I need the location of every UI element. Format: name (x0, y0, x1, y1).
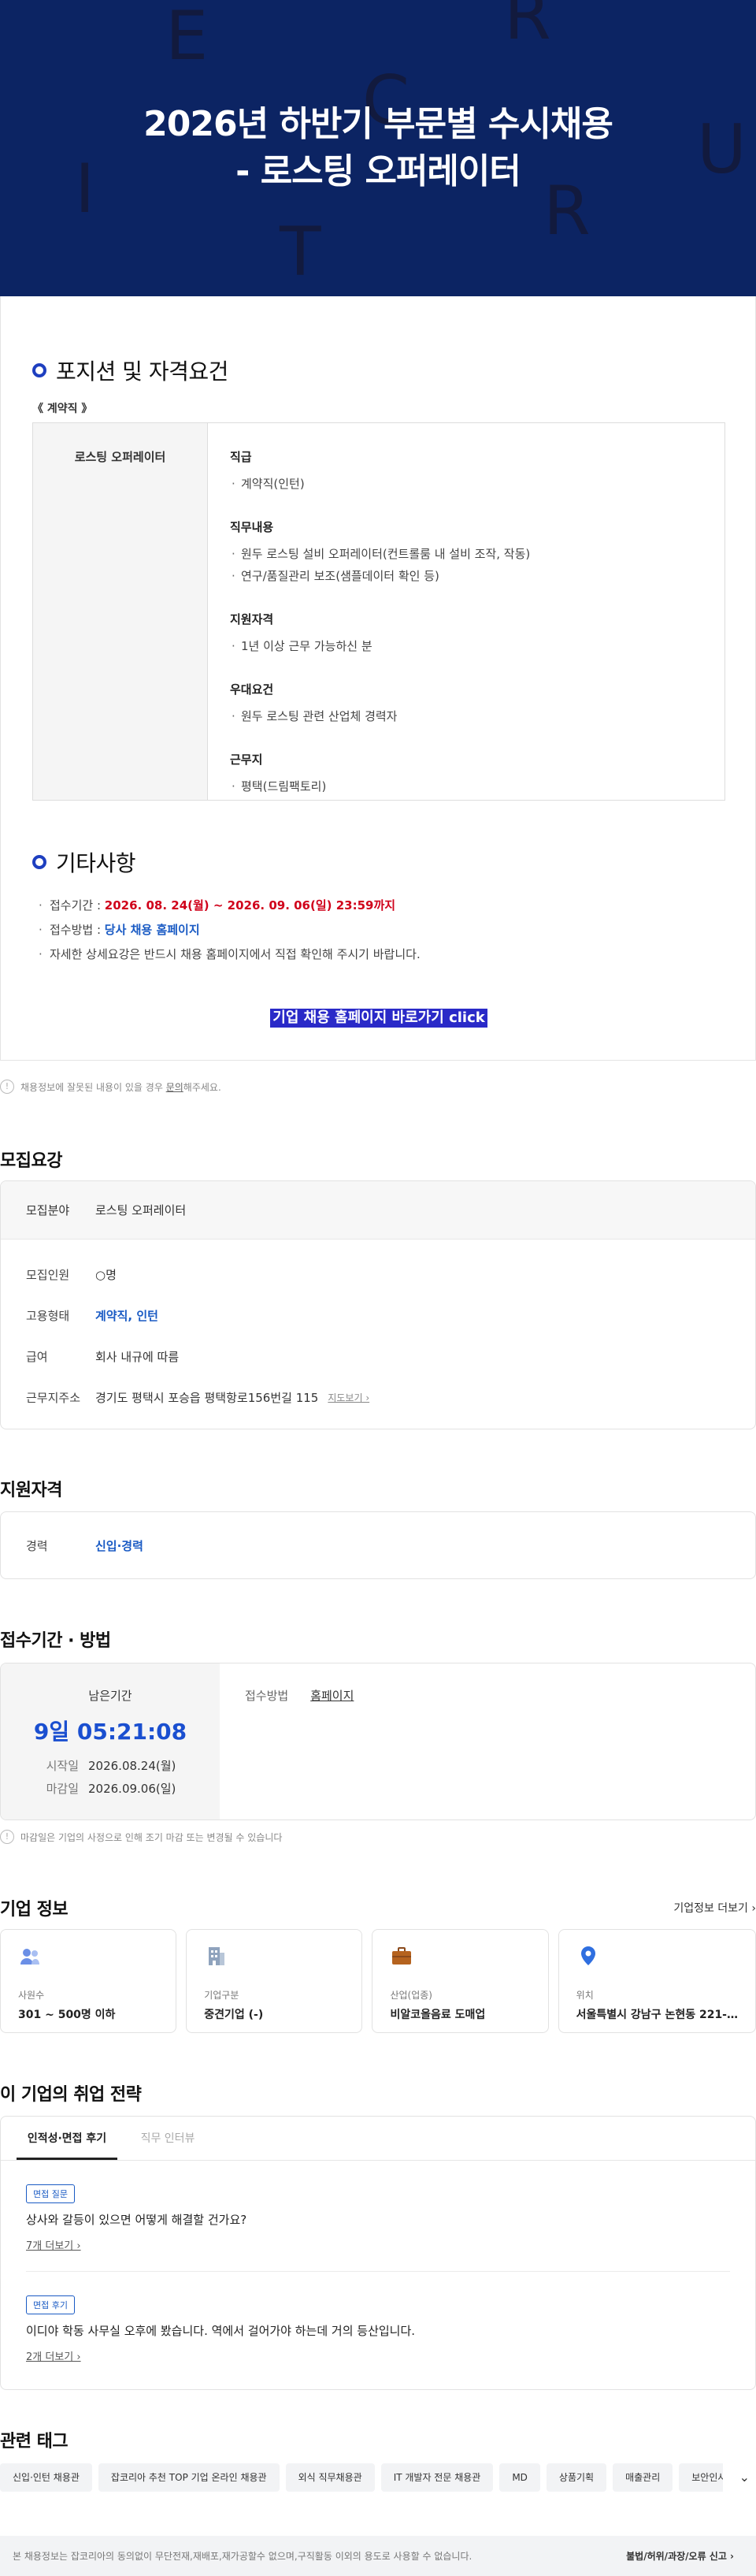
detail-block: 지원자격 1년 이상 근무 가능하신 분 (230, 611, 702, 657)
detail-heading: 지원자격 (230, 612, 274, 626)
banner-letter: R (504, 0, 551, 55)
qual-box: 경력 신입·경력 (0, 1511, 756, 1579)
banner-title: 2026년 하반기 부문별 수시채용 - 로스팅 오퍼레이터 (0, 101, 756, 195)
status-badge: 면접 후기 (26, 2295, 75, 2314)
company-card-type: 기업구분 중견기업 (-) (186, 1929, 363, 2033)
detail-heading: 우대요건 (230, 682, 274, 697)
end-date: 마감일 2026.09.06(일) (46, 1782, 176, 1796)
period-countdown: 남은기간 9일 05:21:08 시작일 2026.08.24(월) 마감일 202… (1, 1663, 220, 1820)
deadline-notice: ! 마감일은 기업의 사정으로 인해 조기 마감 또는 변경될 수 있습니다 (0, 1830, 282, 1844)
company-card-employees: 사원수 301 ~ 500명 이하 (0, 1929, 177, 2033)
chevron-down-icon[interactable]: ⌄ (739, 2470, 750, 2485)
location-pin-icon (580, 1946, 595, 1965)
position-table: 로스팅 오퍼레이터 직급계약직(인턴) 직무내용원두 로스팅 설비 오퍼레이터(컨… (32, 422, 725, 801)
company-title: 기업 정보 (0, 1900, 69, 1920)
detail-item: 평택(드림팩토리) (230, 775, 702, 797)
homepage-link[interactable]: 홈페이지 (310, 1687, 354, 1820)
remaining-time: 9일 05:21:08 (33, 1719, 187, 1745)
report-link[interactable]: 불법/허위/과장/오류 신고 › (626, 2549, 734, 2563)
section-heading-etc: 기타사항 (32, 846, 136, 878)
detail-heading: 근무지 (230, 753, 263, 767)
recruit-box: 모집분야 로스팅 오퍼레이터 모집인원 ○명 고용형태 계약직, 인턴 급여 회사 내… (0, 1180, 756, 1429)
strategy-box: 인적성·면접 후기 직무 인터뷰 면접 질문 상사와 갈등이 있으면 어떻게 해… (0, 2116, 756, 2390)
etc-list: 접수기간 : 2026. 08. 24(월) ~ 2026. 09. 06(일)… (39, 894, 421, 967)
building-icon (209, 1947, 225, 1965)
banner-title-line2: - 로스팅 오퍼레이터 (235, 151, 521, 191)
banner-title-line1: 2026년 하반기 부문별 수시채용 (143, 104, 613, 144)
tag-chip[interactable]: 상품기획 (546, 2463, 607, 2492)
detail-item: 계약직(인턴) (230, 473, 702, 495)
company-cards: 사원수 301 ~ 500명 이하 기업구분 중견기업 (-) 산업(업종) 비… (0, 1929, 756, 2033)
job-description: 포지션 및 자격요건 《 계약직 》 로스팅 오퍼레이터 직급계약직(인턴) 직무… (0, 296, 756, 1061)
inquiry-link[interactable]: 문의 (166, 1082, 183, 1093)
company-more-link[interactable]: 기업정보 더보기 › (673, 1900, 756, 1916)
position-name: 로스팅 오퍼레이터 (33, 423, 208, 800)
contract-tag: 《 계약직 》 (32, 403, 93, 415)
detail-item: 원두 로스팅 관련 산업체 경력자 (230, 705, 702, 727)
info-icon: ! (0, 1830, 14, 1844)
tag-chip[interactable]: 매출관리 (613, 2463, 673, 2492)
period-title: 접수기간 · 방법 (0, 1631, 111, 1651)
company-homepage-button[interactable]: 기업 채용 홈페이지 바로가기 click (270, 1009, 487, 1028)
more-link[interactable]: 2개 더보기 › (26, 2348, 730, 2363)
banner-letter: T (280, 213, 321, 292)
apply-method: 접수방법 홈페이지 (220, 1663, 755, 1820)
people-icon (20, 1949, 39, 1965)
recruit-row: 급여 회사 내규에 따름 (26, 1349, 180, 1364)
detail-item: 1년 이상 근무 가능하신 분 (230, 635, 702, 657)
circle-bullet-icon (32, 855, 46, 869)
company-card-industry: 산업(업종) 비알코올음료 도매업 (372, 1929, 549, 2033)
strategy-title: 이 기업의 취업 전략 (0, 2085, 142, 2105)
tag-chip[interactable]: 외식 직무채용관 (285, 2463, 375, 2492)
tab-interview-review[interactable]: 인적성·면접 후기 (17, 2117, 117, 2160)
tag-chip[interactable]: IT 개발자 전문 채용관 (380, 2463, 494, 2492)
status-badge: 면접 질문 (26, 2184, 75, 2203)
period-box: 남은기간 9일 05:21:08 시작일 2026.08.24(월) 마감일 202… (0, 1663, 756, 1820)
etc-period: 접수기간 : 2026. 08. 24(월) ~ 2026. 09. 06(일)… (39, 894, 421, 918)
detail-heading: 직무내용 (230, 520, 274, 534)
detail-block: 직무내용원두 로스팅 설비 오퍼레이터(컨트롤룸 내 설비 조작, 작동)연구/… (230, 519, 702, 587)
tag-chip[interactable]: 신입·인턴 채용관 (0, 2463, 92, 2492)
start-date: 시작일 2026.08.24(월) (46, 1759, 176, 1773)
banner-letter: E (165, 0, 209, 76)
list-item: 면접 후기 이디야 학동 사무실 오후에 봤습니다. 역에서 걸어가야 하는데 … (26, 2272, 730, 2382)
more-link[interactable]: 7개 더보기 › (26, 2237, 730, 2252)
position-details: 직급계약직(인턴) 직무내용원두 로스팅 설비 오퍼레이터(컨트롤룸 내 설비 조… (208, 423, 724, 800)
section-heading-position: 포지션 및 자격요건 (32, 355, 228, 386)
map-link[interactable]: 지도보기 › (328, 1391, 369, 1404)
briefcase-icon (392, 1947, 412, 1965)
detail-heading: 직급 (230, 450, 252, 464)
tag-chip[interactable]: 잡코리아 추천 TOP 기업 온라인 채용관 (98, 2463, 280, 2492)
page-footer: 본 채용정보는 잡코리아의 동의없이 무단전재,재배포,재가공할수 없으며,구직… (0, 2536, 756, 2576)
qual-row: 경력 신입·경력 (26, 1538, 143, 1553)
tag-chip[interactable]: MD (499, 2463, 540, 2492)
strategy-tabs: 인적성·면접 후기 직무 인터뷰 (1, 2117, 755, 2161)
company-card-location: 위치 서울특별시 강남구 논현동 221-… (558, 1929, 756, 2033)
info-icon: ! (0, 1080, 14, 1094)
recruit-row: 근무지주소 경기도 평택시 포승읍 평택항로156번길 115 지도보기 › (26, 1390, 370, 1405)
recruit-banner: E R C U I R T 2026년 하반기 부문별 수시채용 - 로스팅 오… (0, 0, 756, 296)
etc-method: 접수방법 : 당사 채용 홈페이지 (39, 918, 421, 942)
list-item: 면접 질문 상사와 갈등이 있으면 어떻게 해결할 건가요? 7개 더보기 › (26, 2161, 730, 2272)
job-posting-page: E R C U I R T 2026년 하반기 부문별 수시채용 - 로스팅 오… (0, 0, 756, 2576)
tag-chip[interactable]: 보안인사 (679, 2463, 723, 2492)
detail-item: 원두 로스팅 설비 오퍼레이터(컨트롤룸 내 설비 조작, 작동) (230, 543, 702, 565)
tag-list: 신입·인턴 채용관 잡코리아 추천 TOP 기업 온라인 채용관 외식 직무채용… (0, 2463, 723, 2492)
recruit-title: 모집요강 (0, 1151, 62, 1171)
detail-item: 연구/품질관리 보조(샘플데이터 확인 등) (230, 565, 702, 587)
detail-block: 근무지평택(드림팩토리) (230, 751, 702, 797)
detail-block: 직급계약직(인턴) (230, 448, 702, 495)
qa-list: 면접 질문 상사와 갈등이 있으면 어떻게 해결할 건가요? 7개 더보기 › … (1, 2161, 755, 2382)
qual-title: 지원자격 (0, 1481, 62, 1500)
recruit-row: 모집인원 ○명 (26, 1267, 117, 1282)
etc-detail: 자세한 상세요강은 반드시 채용 홈페이지에서 직접 확인해 주시기 바랍니다. (39, 942, 421, 967)
report-notice: ! 채용정보에 잘못된 내용이 있을 경우 문의해주세요. (0, 1080, 221, 1094)
tags-title: 관련 태그 (0, 2432, 69, 2451)
detail-block: 우대요건원두 로스팅 관련 산업체 경력자 (230, 681, 702, 727)
tab-job-interview[interactable]: 직무 인터뷰 (117, 2117, 218, 2160)
circle-bullet-icon (32, 363, 46, 377)
recruit-field-row: 모집분야 로스팅 오퍼레이터 (1, 1181, 755, 1240)
recruit-row: 고용형태 계약직, 인턴 (26, 1308, 158, 1323)
